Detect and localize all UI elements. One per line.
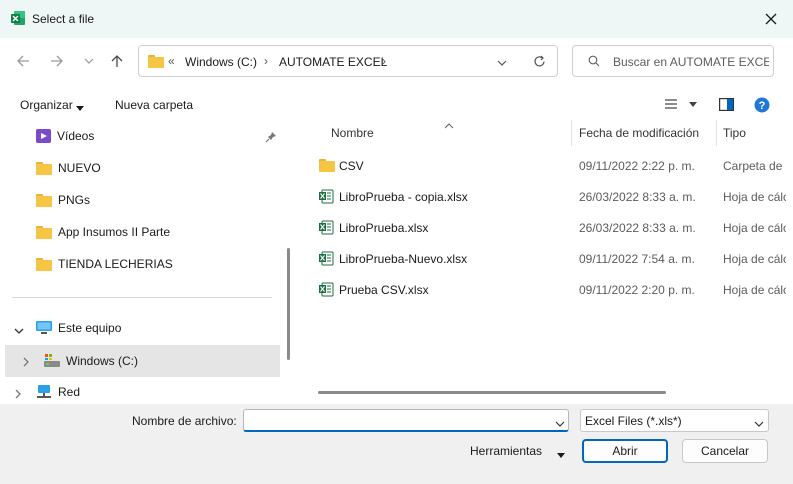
tools-menu[interactable]: Herramientas — [470, 444, 542, 458]
nav-scrollbar-thumb[interactable] — [287, 248, 290, 360]
cancel-button[interactable]: Cancelar — [682, 439, 768, 463]
file-type: Hoja de cálc — [723, 221, 786, 235]
filename-dropdown[interactable] — [555, 417, 565, 431]
organize-menu[interactable]: Organizar — [20, 98, 73, 112]
folder-icon — [36, 225, 52, 239]
folder-icon — [36, 161, 52, 175]
search-icon — [588, 55, 600, 70]
computer-icon — [36, 321, 52, 334]
excel-app-icon — [10, 10, 26, 26]
excel-file-icon — [319, 282, 334, 297]
file-name: LibroPrueba.xlsx — [339, 221, 429, 235]
folder-icon — [36, 193, 52, 207]
list-view-icon — [665, 99, 697, 109]
column-header-modified[interactable]: Fecha de modificación — [579, 126, 699, 140]
column-header-type[interactable]: Tipo — [723, 126, 746, 140]
folder-icon — [36, 257, 52, 271]
nav-item-nuevo[interactable]: NUEVO — [36, 154, 101, 182]
caret-down-icon — [76, 101, 84, 115]
table-row[interactable]: LibroPrueba - copia.xlsx 26/03/2022 8:33… — [300, 184, 786, 210]
view-options-button[interactable] — [665, 98, 701, 113]
chevron-down-icon — [555, 421, 565, 427]
open-button[interactable]: Abrir — [582, 439, 668, 463]
breadcrumb-separator-icon: › — [264, 54, 268, 68]
file-type: Hoja de cálc — [723, 283, 786, 297]
file-modified: 26/03/2022 8:33 a. m. — [579, 221, 696, 235]
help-icon: ? — [754, 97, 770, 113]
forward-button[interactable] — [44, 48, 70, 74]
horizontal-scrollbar-thumb[interactable] — [318, 391, 666, 394]
filename-input[interactable] — [243, 409, 569, 432]
new-folder-button[interactable]: Nueva carpeta — [115, 98, 193, 112]
refresh-button[interactable] — [533, 55, 546, 71]
nav-item-this-pc[interactable]: Este equipo — [36, 314, 121, 342]
nav-divider — [12, 297, 272, 298]
file-modified: 09/11/2022 2:22 p. m. — [579, 159, 695, 173]
file-type: Hoja de cálc — [723, 190, 786, 204]
preview-pane-icon — [719, 98, 735, 112]
nav-item-videos[interactable]: Vídeos — [36, 122, 94, 150]
file-modified: 26/03/2022 8:33 a. m. — [579, 190, 696, 204]
file-name: LibroPrueba-Nuevo.xlsx — [339, 252, 468, 266]
file-type: Carpeta de a — [723, 159, 786, 173]
file-name: LibroPrueba - copia.xlsx — [339, 190, 468, 204]
breadcrumb-folder[interactable]: AUTOMATE EXCEL — [279, 55, 387, 69]
excel-file-icon — [319, 220, 334, 235]
breadcrumb-overflow[interactable]: « — [168, 54, 175, 68]
nav-item-network[interactable]: Red — [36, 378, 80, 406]
chevron-down-icon — [84, 58, 94, 64]
window-title: Select a file — [32, 12, 95, 26]
nav-item-app-insumos[interactable]: App Insumos II Parte — [36, 218, 170, 246]
close-icon — [765, 13, 777, 25]
expand-chevron-icon[interactable] — [22, 356, 30, 370]
sort-up-icon — [444, 118, 454, 132]
arrow-up-icon — [111, 55, 123, 67]
back-button[interactable] — [10, 48, 36, 74]
breadcrumb-drive[interactable]: Windows (C:) — [185, 55, 257, 69]
excel-file-icon — [319, 251, 334, 266]
nav-item-tienda-lecherias[interactable]: TIENDA LECHERIAS — [36, 250, 173, 278]
breadcrumb-chevron-icon[interactable]: › — [382, 54, 386, 68]
pin-icon[interactable] — [265, 131, 277, 146]
folder-icon — [148, 55, 164, 68]
expand-chevron-icon[interactable] — [14, 388, 22, 402]
column-header-name[interactable]: Nombre — [331, 126, 374, 140]
preview-pane-button[interactable] — [719, 98, 735, 114]
chevron-down-icon — [754, 417, 764, 431]
address-history-dropdown[interactable] — [497, 57, 507, 71]
drive-icon — [44, 354, 60, 367]
file-name: Prueba CSV.xlsx — [339, 283, 429, 297]
search-placeholder: Buscar en AUTOMATE EXCEL — [613, 55, 769, 69]
svg-text:?: ? — [759, 100, 766, 112]
table-row[interactable]: Prueba CSV.xlsx 09/11/2022 2:20 p. m. Ho… — [300, 277, 786, 303]
caret-down-icon — [557, 448, 565, 462]
arrow-left-icon — [17, 55, 29, 67]
filename-label: Nombre de archivo: — [132, 414, 237, 428]
title-bar — [0, 0, 793, 38]
nav-item-drive-c[interactable]: Windows (C:) — [44, 347, 138, 375]
column-divider[interactable] — [716, 120, 717, 146]
table-row[interactable]: LibroPrueba.xlsx 26/03/2022 8:33 a. m. H… — [300, 215, 786, 241]
column-divider[interactable] — [571, 120, 572, 146]
arrow-right-icon — [51, 55, 63, 67]
up-button[interactable] — [104, 48, 130, 74]
close-button[interactable] — [756, 6, 786, 32]
network-icon — [37, 385, 51, 398]
expand-chevron-icon[interactable] — [14, 324, 24, 338]
table-row[interactable]: CSV 09/11/2022 2:22 p. m. Carpeta de a — [300, 153, 786, 179]
refresh-icon — [534, 55, 545, 67]
table-row[interactable]: LibroPrueba-Nuevo.xlsx 09/11/2022 7:54 a… — [300, 246, 786, 272]
file-name: CSV — [339, 159, 364, 173]
nav-item-pngs[interactable]: PNGs — [36, 186, 90, 214]
recent-locations-button[interactable] — [76, 48, 102, 74]
chevron-down-icon — [497, 60, 507, 66]
excel-file-icon — [319, 189, 334, 204]
file-modified: 09/11/2022 2:20 p. m. — [579, 283, 695, 297]
video-folder-icon — [36, 129, 51, 143]
file-type-filter-value: Excel Files (*.xls*) — [585, 414, 682, 428]
help-button[interactable]: ? — [754, 97, 770, 116]
file-modified: 09/11/2022 7:54 a. m. — [579, 252, 695, 266]
file-type: Hoja de cálc — [723, 252, 786, 266]
